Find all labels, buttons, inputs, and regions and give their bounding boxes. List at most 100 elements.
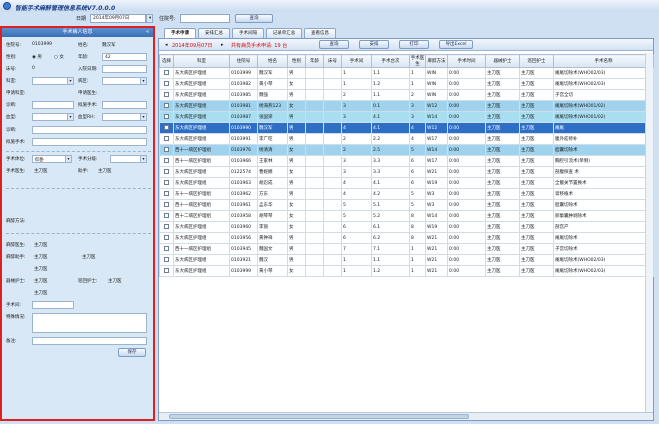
table-row[interactable]: 西十一病区护理组 0103966 王家林男 3 3.3 6 W17 0:00 主刀医 主刀医 胸腔引… <box>159 155 654 167</box>
op-level-select[interactable]: ▾ <box>110 155 147 163</box>
row-checkbox[interactable] <box>164 202 169 207</box>
column-header[interactable]: 手术间 <box>341 54 372 68</box>
column-header[interactable]: 科室 <box>173 54 230 68</box>
table-row[interactable]: 东大病区护理组 0103985 魏强男 2 1.1 2 WIN 0:00 主刀医 主刀医 子宫全切 <box>159 89 654 101</box>
column-header[interactable]: 性别 <box>287 54 306 68</box>
row-checkbox-cell[interactable] <box>159 144 174 156</box>
gender-male-radio[interactable]: ◉ 男 <box>32 54 42 60</box>
table-row[interactable]: 东大病区护理组 0103987 张国梁男 3 4.1 3 W14 0:00 主刀医 主刀医 阑尾切除… <box>159 111 654 123</box>
table-row[interactable]: 东大病区护理组 0122574 曹妮娜女 3 3.3 6 W21 0:00 主刀医 主刀医 剖腹探查… <box>159 166 654 178</box>
save-button[interactable]: 保存 <box>118 348 146 357</box>
row-checkbox-cell[interactable] <box>159 89 174 101</box>
row-checkbox-cell[interactable] <box>159 166 174 178</box>
position-select[interactable]: 仰卧 ▾ <box>32 155 72 163</box>
arrange-button[interactable]: 安排 <box>359 40 389 49</box>
circ-nurse-value[interactable]: 主刀医 <box>108 278 122 284</box>
row-checkbox[interactable] <box>164 147 169 152</box>
query-list-button[interactable]: 查询 <box>319 40 349 49</box>
row-checkbox[interactable] <box>164 169 169 174</box>
column-header[interactable]: 手术时间 <box>447 54 486 68</box>
table-row[interactable]: 东大病区护理组 0103963 胡忍成男 4 4.1 6 W19 0:00 主刀医 主刀医 全髋关节… <box>159 177 654 189</box>
row-checkbox-cell[interactable] <box>159 188 174 200</box>
vertical-scrollbar[interactable] <box>645 53 653 413</box>
row-checkbox[interactable] <box>164 235 169 240</box>
op-room-input[interactable] <box>32 301 74 309</box>
date-picker-dropdown-icon[interactable]: ▾ <box>146 14 153 23</box>
row-checkbox[interactable] <box>164 103 169 108</box>
row-checkbox[interactable] <box>164 92 169 97</box>
table-row[interactable]: 西十一病区护理组 0103961 孟东华女 5 5.1 5 W3 0:00 主刀医 主刀医 胆囊切除… <box>159 199 654 211</box>
tab-surgery-apply[interactable]: 手术申请 <box>164 28 196 38</box>
op-detail-input[interactable] <box>32 138 147 146</box>
column-header[interactable]: 床号 <box>323 54 342 68</box>
export-excel-button[interactable]: 导出Excel <box>439 40 473 49</box>
row-checkbox[interactable] <box>164 81 169 86</box>
patient-no-input[interactable] <box>180 14 230 23</box>
blood-type-select[interactable]: ▾ <box>32 113 74 121</box>
wash-nurse-2-value[interactable]: 主刀医 <box>34 290 48 296</box>
diagnosis-detail-input[interactable] <box>32 126 147 134</box>
row-checkbox-cell[interactable] <box>159 177 174 189</box>
row-checkbox-cell[interactable] <box>159 221 174 233</box>
diagnosis-input[interactable] <box>32 101 74 109</box>
table-row[interactable]: 东大病区护理组 0103999 黄小琴女 1 1.2 1 W21 0:00 主刀医 主刀医 阑尾切除… <box>159 265 654 277</box>
planned-op-input[interactable] <box>102 101 147 109</box>
table-row[interactable]: 西十一病区护理组 0103945 魏国文男 7 7.1 1 W21 0:00 主刀医 主刀医 子宫切… <box>159 243 654 255</box>
special-input[interactable] <box>32 313 147 333</box>
column-header[interactable]: 手术医生 <box>409 54 426 68</box>
tab-arrange-summary[interactable]: 安排汇总 <box>198 28 230 38</box>
tab-view-info[interactable]: 查看信息 <box>304 28 336 38</box>
row-checkbox-cell[interactable] <box>159 133 174 145</box>
table-row[interactable]: 东十一病区护理组 0103962 方东男 4 4.2 5 W3 0:00 主刀医 主刀医 肾移植术 <box>159 188 654 200</box>
tab-room-interval[interactable]: 手术间隔 <box>232 28 264 38</box>
dept-select[interactable]: ▾ <box>32 77 74 85</box>
age-input[interactable]: 42 <box>102 53 147 61</box>
row-checkbox-cell[interactable] <box>159 265 174 277</box>
row-checkbox-cell[interactable] <box>159 232 174 244</box>
row-checkbox[interactable] <box>164 246 169 251</box>
table-row[interactable]: 东大病区护理组 0103999 魏汉军男 1 1.1 1 WIN 0:00 主刀医 主刀医 阑尾切除… <box>159 67 654 79</box>
row-checkbox[interactable] <box>164 158 169 163</box>
anes-assistant-value[interactable]: 主刀医 <box>34 254 48 260</box>
row-checkbox[interactable] <box>164 114 169 119</box>
admission-date-input[interactable] <box>102 65 147 73</box>
print-button[interactable]: 打印 <box>399 40 429 49</box>
row-checkbox[interactable] <box>164 224 169 229</box>
row-checkbox[interactable] <box>164 257 169 262</box>
column-header[interactable]: 手术名称 <box>553 54 654 68</box>
anes-assistant-2-value[interactable]: 主刀医 <box>82 254 96 260</box>
table-row[interactable]: 西十一病区护理组 0103976 杨清清女 2 2.5 5 W14 0:00 主刀医 主刀医 胆囊切… <box>159 144 654 156</box>
column-header[interactable]: 手术台次 <box>371 54 410 68</box>
column-header[interactable]: 选择 <box>159 54 174 68</box>
column-header[interactable]: 器械护士 <box>485 54 520 68</box>
table-row[interactable]: 东大病区护理组 0103921 魏汉男 1 1.1 1 W21 0:00 主刀医 主刀医 阑尾切除术… <box>159 254 654 266</box>
surgeon-value[interactable]: 主刀医 <box>34 168 48 174</box>
table-row[interactable]: 东大病区护理组 0103960 李丽女 6 6.1 8 W19 0:00 主刀医 主刀医 剖宫产 <box>159 221 654 233</box>
table-row[interactable]: 东大病区护理组 0103991 李广旺男 2 2.2 4 W17 0:00 主刀医 主刀医 腹外疝修… <box>159 133 654 145</box>
row-checkbox[interactable] <box>164 125 169 130</box>
row-checkbox-cell[interactable] <box>159 155 174 167</box>
collapse-icon[interactable]: « <box>146 28 149 37</box>
row-checkbox-cell[interactable] <box>159 254 174 266</box>
row-checkbox[interactable] <box>164 213 169 218</box>
table-row[interactable]: 东大病区护理组 0103981 杨海燕123 女 3 0.1 3 W12 0:00 主刀医 主刀医阑… <box>159 100 654 112</box>
ward-select[interactable]: ▾ <box>102 77 147 85</box>
column-header[interactable]: 年龄 <box>305 54 324 68</box>
row-checkbox-cell[interactable] <box>159 122 174 134</box>
tab-record-summary[interactable]: 记录单汇总 <box>266 28 302 38</box>
row-checkbox[interactable] <box>164 136 169 141</box>
wash-nurse-value[interactable]: 主刀医 <box>34 278 48 284</box>
row-checkbox[interactable] <box>164 268 169 273</box>
horizontal-scrollbar[interactable] <box>159 412 653 420</box>
row-checkbox[interactable] <box>164 180 169 185</box>
table-row[interactable]: 东大病区护理组 0103990 魏汉军男 4 4.1 4 W12 0:00 主刀医 主刀医 阑尾 <box>159 122 654 134</box>
column-header[interactable]: 麻醉方法 <box>425 54 448 68</box>
table-row[interactable]: 西十二病区护理组 0103958 胡琴琴女 5 5.2 8 W14 0:00 主刀医 主刀医 卵巢囊… <box>159 210 654 222</box>
row-checkbox-cell[interactable] <box>159 210 174 222</box>
column-header[interactable]: 姓名 <box>257 54 288 68</box>
query-button[interactable]: 查询 <box>235 14 273 23</box>
row-checkbox-cell[interactable] <box>159 199 174 211</box>
column-header[interactable]: 巡回护士 <box>519 54 554 68</box>
assistant-value[interactable]: 主刀医 <box>98 168 112 174</box>
date-picker[interactable]: 2014年09月07日 <box>90 14 146 23</box>
